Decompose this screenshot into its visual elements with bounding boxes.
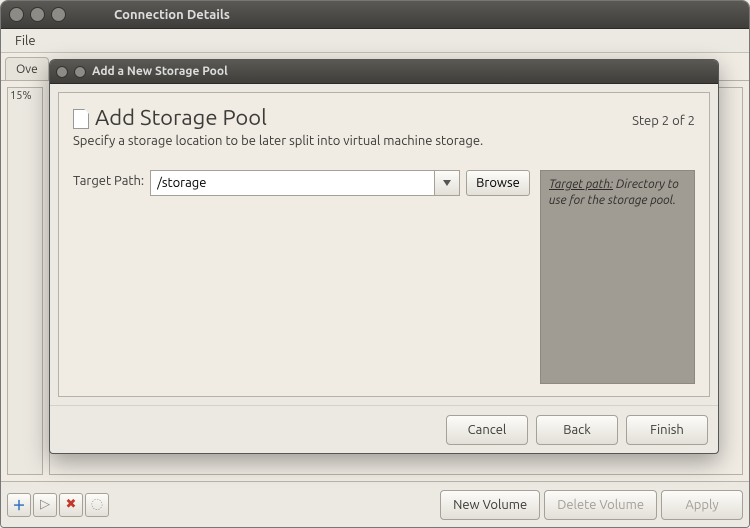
- pool-props-button[interactable]: ◌: [85, 493, 109, 517]
- cancel-button[interactable]: Cancel: [446, 415, 528, 445]
- new-volume-button[interactable]: New Volume: [440, 490, 540, 520]
- dialog-title: Add a New Storage Pool: [92, 65, 228, 78]
- plus-icon: ＋: [12, 495, 25, 514]
- dialog-body: Add Storage Pool Step 2 of 2 Specify a s…: [58, 92, 710, 397]
- apply-button: Apply: [661, 490, 743, 520]
- maximize-window-button[interactable]: [51, 7, 66, 22]
- step-indicator: Step 2 of 2: [632, 114, 695, 128]
- play-icon: ▷: [40, 497, 50, 512]
- target-path-dropdown-button[interactable]: [434, 170, 460, 196]
- tab-overview[interactable]: Ove: [5, 57, 49, 80]
- dialog-subtitle: Specify a storage location to be later s…: [73, 134, 695, 148]
- page-icon: [73, 109, 89, 129]
- target-path-input[interactable]: [150, 170, 434, 196]
- chevron-down-icon: [443, 180, 451, 186]
- menu-file[interactable]: File: [9, 32, 42, 50]
- target-path-combo: [150, 170, 460, 196]
- parent-bottombar: ＋ ▷ ✖ ◌ New Volume Delete Volume Apply: [1, 481, 749, 527]
- delete-pool-button[interactable]: ✖: [59, 493, 83, 517]
- help-panel: Target path: Directory to use for the st…: [540, 170, 695, 384]
- dialog-heading: Add Storage Pool: [73, 105, 267, 130]
- browse-button[interactable]: Browse: [466, 170, 530, 196]
- add-pool-button[interactable]: ＋: [7, 493, 31, 517]
- dialog-titlebar: Add a New Storage Pool: [50, 60, 718, 84]
- delete-icon: ✖: [66, 497, 77, 512]
- connection-details-window: Connection Details File Ove 15% ＋ ▷ ✖ ◌ …: [0, 0, 750, 528]
- target-path-label: Target Path:: [73, 170, 144, 188]
- delete-volume-button: Delete Volume: [544, 490, 657, 520]
- help-title: Target path:: [549, 178, 613, 191]
- parent-titlebar: Connection Details: [1, 1, 749, 29]
- back-button[interactable]: Back: [536, 415, 618, 445]
- minimize-window-button[interactable]: [30, 7, 45, 22]
- window-title: Connection Details: [114, 8, 230, 22]
- props-icon: ◌: [92, 498, 103, 512]
- finish-button[interactable]: Finish: [626, 415, 708, 445]
- dialog-close-button[interactable]: [56, 66, 68, 78]
- menubar: File: [1, 29, 749, 53]
- dialog-button-row: Cancel Back Finish: [50, 405, 718, 453]
- dialog-min-button[interactable]: [74, 66, 86, 78]
- start-pool-button[interactable]: ▷: [33, 493, 57, 517]
- close-window-button[interactable]: [9, 7, 24, 22]
- add-storage-pool-dialog: Add a New Storage Pool Add Storage Pool …: [49, 59, 719, 454]
- pool-toolbar: ＋ ▷ ✖ ◌: [7, 493, 109, 517]
- side-panel-value: 15%: [7, 87, 43, 475]
